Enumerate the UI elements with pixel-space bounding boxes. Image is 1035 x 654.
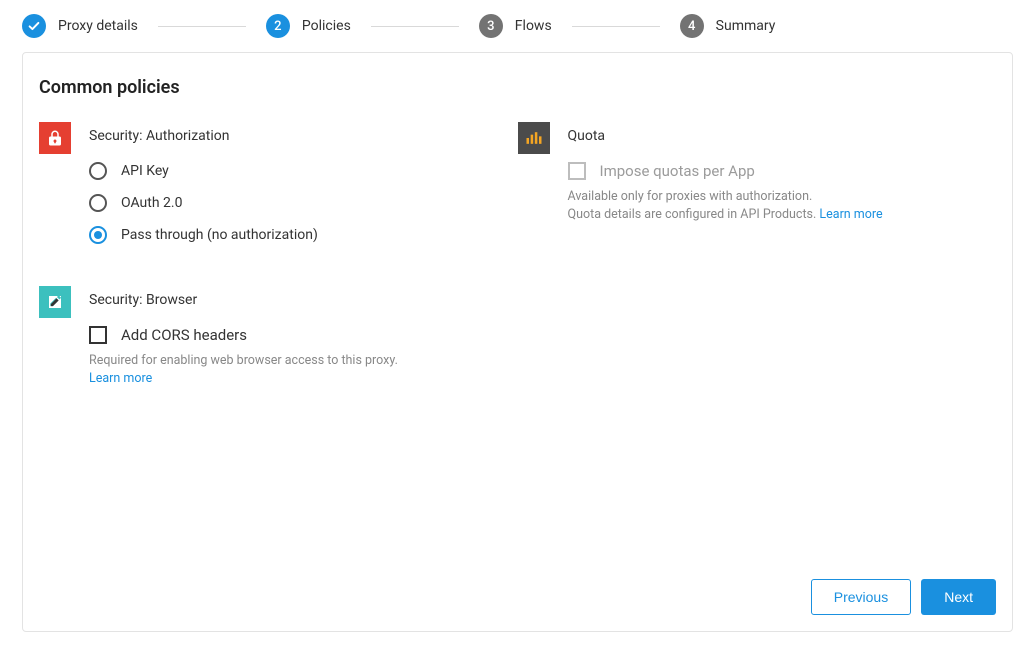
step-proxy-details[interactable]: Proxy details <box>22 14 138 38</box>
radio-label: OAuth 2.0 <box>121 195 182 211</box>
step-divider <box>572 26 660 27</box>
section-quota: Quota Impose quotas per App Available on… <box>518 122 997 258</box>
card-footer: Previous Next <box>39 563 996 615</box>
step-flows[interactable]: 3 Flows <box>479 14 552 38</box>
checkbox-add-cors[interactable]: Add CORS headers <box>89 326 510 344</box>
step-divider <box>158 26 246 27</box>
step-number: 2 <box>266 14 290 38</box>
checkbox-icon <box>568 162 586 180</box>
policies-card: Common policies Security: Authorization … <box>22 52 1013 632</box>
lock-icon <box>39 122 71 154</box>
step-label: Summary <box>716 18 776 34</box>
previous-button[interactable]: Previous <box>811 579 911 615</box>
step-number: 4 <box>680 14 704 38</box>
checkbox-label: Add CORS headers <box>121 326 247 344</box>
next-button[interactable]: Next <box>921 579 996 615</box>
radio-api-key[interactable]: API Key <box>89 162 510 180</box>
step-divider <box>371 26 459 27</box>
step-label: Flows <box>515 18 552 34</box>
wizard-stepper: Proxy details 2 Policies 3 Flows 4 Summa… <box>0 0 1035 52</box>
section-heading: Quota <box>568 128 989 144</box>
section-security-browser: Security: Browser Add CORS headers Requi… <box>39 286 518 387</box>
section-security-authorization: Security: Authorization API Key OAuth 2.… <box>39 122 518 258</box>
card-title: Common policies <box>39 77 996 98</box>
checkbox-icon <box>89 326 107 344</box>
radio-icon <box>89 162 107 180</box>
help-text: Required for enabling web browser access… <box>89 352 510 387</box>
radio-pass-through[interactable]: Pass through (no authorization) <box>89 226 510 244</box>
checkbox-label: Impose quotas per App <box>600 162 755 180</box>
radio-icon <box>89 194 107 212</box>
learn-more-link[interactable]: Learn more <box>89 371 152 386</box>
radio-icon <box>89 226 107 244</box>
help-line-1: Available only for proxies with authoriz… <box>568 189 813 204</box>
section-heading: Security: Authorization <box>89 128 510 144</box>
radio-label: Pass through (no authorization) <box>121 227 318 243</box>
learn-more-link[interactable]: Learn more <box>819 207 882 222</box>
bar-chart-icon <box>518 122 550 154</box>
checkbox-impose-quotas[interactable]: Impose quotas per App <box>568 162 989 180</box>
radio-label: API Key <box>121 163 169 179</box>
step-label: Policies <box>302 18 351 34</box>
step-policies[interactable]: 2 Policies <box>266 14 351 38</box>
step-label: Proxy details <box>58 18 138 34</box>
step-summary[interactable]: 4 Summary <box>680 14 776 38</box>
pencil-icon <box>39 286 71 318</box>
help-line: Required for enabling web browser access… <box>89 353 398 368</box>
step-number: 3 <box>479 14 503 38</box>
check-icon <box>22 14 46 38</box>
radio-oauth[interactable]: OAuth 2.0 <box>89 194 510 212</box>
help-line-2: Quota details are configured in API Prod… <box>568 207 820 222</box>
section-heading: Security: Browser <box>89 292 510 308</box>
help-text: Available only for proxies with authoriz… <box>568 188 989 223</box>
